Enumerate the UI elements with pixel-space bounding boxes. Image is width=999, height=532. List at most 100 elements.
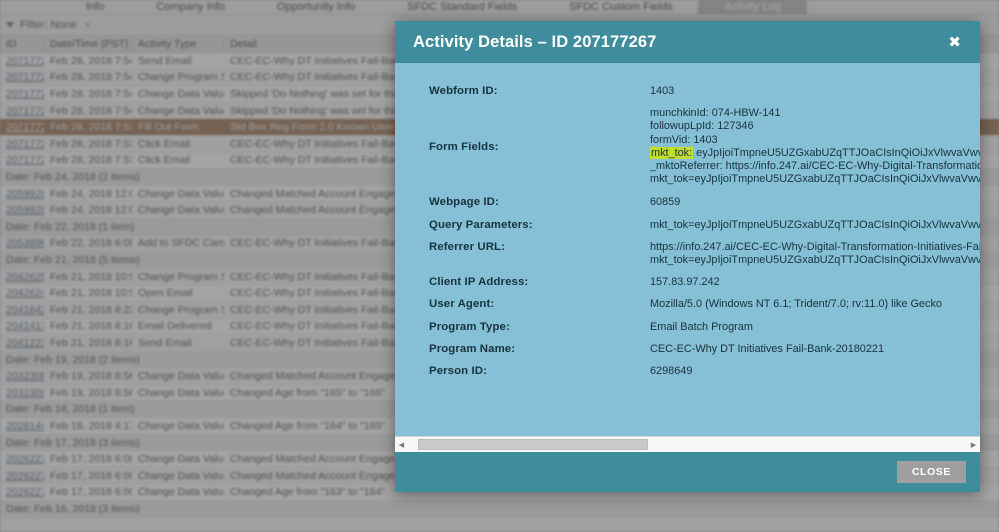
detail-field: Referrer URL: https://info.247.ai/CEC-EC-…	[395, 241, 980, 267]
detail-field: Form Fields: munchkinId: 074-HBW-141 follo…	[395, 107, 980, 186]
cell-datetime: Feb 21, 2018 8:16 ...	[50, 320, 132, 333]
detail-field: Program Name: CEC-EC-Why DT Initiatives F…	[395, 343, 980, 356]
cell-id[interactable]: 204122375	[0, 337, 44, 349]
cell-datetime: Feb 19, 2018 8:56 ...	[50, 370, 132, 383]
cell-datetime: Feb 24, 2018 12:02...	[50, 204, 132, 217]
highlighted-token: mkt_tok:	[650, 146, 694, 159]
field-value: Email Batch Program	[650, 321, 980, 334]
cell-id[interactable]: 207177266	[0, 154, 44, 166]
cell-datetime: Feb 28, 2018 7:54 ...	[50, 104, 132, 117]
cell-id[interactable]: 207177277	[0, 71, 44, 83]
cell-datetime: Feb 19, 2018 8:56 ...	[50, 386, 132, 399]
field-value-line: Mozilla/5.0 (Windows NT 6.1; Trident/7.0…	[650, 298, 942, 311]
cell-type: Change Data Value	[138, 469, 224, 482]
field-value: https://info.247.ai/CEC-EC-Why-Digital-T…	[650, 241, 980, 267]
cell-type: Fill Out Form	[138, 121, 199, 134]
activity-details-dialog: Activity Details – ID 207177267 ✖ Webfor…	[395, 21, 980, 492]
field-value-line: mkt_tok=eyJpIjoiTmpneU5UZGxabUZqTTJOaCIs…	[650, 254, 980, 267]
field-value: 1403	[650, 85, 980, 98]
cell-id[interactable]: 207177273	[0, 105, 44, 117]
cell-id[interactable]: 204164265	[0, 304, 44, 316]
tab-opportunity-info[interactable]: Opportunity Info	[251, 0, 381, 14]
field-value-line: munchkinId: 074-HBW-141	[650, 107, 781, 120]
field-value-line: mkt_tok: eyJpIjoiTmpneU5UZGxabUZqTTJOaCI…	[650, 146, 980, 159]
close-icon[interactable]: ✖	[945, 33, 964, 52]
field-value-line: Email Batch Program	[650, 320, 753, 333]
cell-id[interactable]: 204262504	[0, 271, 44, 283]
field-value-line: https://info.247.ai/CEC-EC-Why-Digital-T…	[650, 240, 980, 253]
field-label: Program Name:	[429, 342, 516, 355]
detail-field: Program Type: Email Batch Program	[395, 321, 980, 334]
cell-id[interactable]: 202622705	[0, 470, 44, 482]
tab-bar: Info Company Info Opportunity Info SFDC Sta…	[0, 0, 999, 15]
field-label: Client IP Address:	[429, 276, 529, 289]
scrollbar-thumb[interactable]	[418, 439, 648, 450]
cell-id[interactable]: 203230835	[0, 370, 44, 382]
close-button[interactable]: CLOSE	[896, 461, 966, 483]
tab-activity-log[interactable]: Activity Log	[698, 0, 807, 14]
field-value-line: formVid: 1403	[650, 133, 718, 146]
tab-sfdc-standard-fields[interactable]: SFDC Standard Fields	[381, 0, 543, 14]
horizontal-scrollbar[interactable]: ◀ ▶	[395, 436, 980, 452]
cell-type: Change Data Value	[138, 87, 224, 100]
column-header-1[interactable]: Date/Time (PST)	[44, 35, 132, 53]
scroll-right-arrow-icon[interactable]: ▶	[967, 438, 980, 451]
cell-type: Change Program Sta...	[138, 71, 224, 84]
field-value: mkt_tok=eyJpIjoiTmpneU5UZGxabUZqTTJOaCIs…	[650, 219, 980, 232]
cell-type: Change Data Value	[138, 453, 224, 466]
field-value: Mozilla/5.0 (Windows NT 6.1; Trident/7.0…	[650, 298, 980, 311]
field-value: 6298649	[650, 365, 980, 378]
cell-id[interactable]: 207177277	[0, 55, 44, 67]
field-value-line: 60859	[650, 196, 681, 209]
tab-info[interactable]: Info	[60, 0, 130, 14]
cell-id[interactable]: 202622705	[0, 453, 44, 465]
cell-id[interactable]: 204141795	[0, 320, 44, 332]
cell-datetime: Feb 17, 2018 6:00 ...	[50, 453, 132, 466]
field-value-line: _mktoReferrer: https://info.247.ai/CEC-E…	[650, 160, 980, 173]
cell-datetime: Feb 28, 2018 7:54 ...	[50, 87, 132, 100]
scroll-left-arrow-icon[interactable]: ◀	[395, 438, 408, 451]
cell-datetime: Feb 28, 2018 7:53 ...	[50, 154, 132, 167]
field-value: CEC-EC-Why DT Initiatives Fail-Bank-2018…	[650, 343, 980, 356]
cell-type: Change Data Value	[138, 370, 224, 383]
field-label: Webpage ID:	[429, 196, 499, 209]
tab-sfdc-custom-fields[interactable]: SFDC Custom Fields	[543, 0, 698, 14]
cell-datetime: Feb 17, 2018 6:00 ...	[50, 486, 132, 499]
cell-id[interactable]: 207177266	[0, 121, 44, 133]
cell-datetime: Feb 21, 2018 8:16 ...	[50, 336, 132, 349]
dialog-body: Webform ID: 1403 Form Fields: munchkinId: 0…	[395, 63, 980, 436]
field-value-line: followupLpId: 127346	[650, 120, 754, 133]
cell-type: Change Data Value	[138, 419, 224, 432]
tab-company-info[interactable]: Company Info	[130, 0, 250, 14]
field-value-line: CEC-EC-Why DT Initiatives Fail-Bank-2018…	[650, 342, 885, 355]
filter-icon	[6, 21, 15, 30]
field-label: User Agent:	[429, 298, 495, 311]
cell-id[interactable]: 202622705	[0, 486, 44, 498]
column-header-2[interactable]: Activity Type	[132, 35, 224, 53]
filter-clear-icon[interactable]: ×	[85, 20, 91, 31]
column-header-0[interactable]: ID	[0, 35, 44, 53]
field-label: Program Type:	[429, 320, 510, 333]
scrollbar-track[interactable]	[408, 438, 967, 451]
cell-id[interactable]: 207177266	[0, 138, 44, 150]
field-value-line: mkt_tok=eyJpIjoiTmpneU5UZGxabUZqTTJOaCIs…	[650, 218, 980, 231]
detail-field: Webpage ID: 60859	[395, 196, 980, 209]
cell-datetime: Feb 18, 2018 4:17 ...	[50, 419, 132, 432]
detail-field: Client IP Address: 157.83.97.242	[395, 276, 980, 289]
cell-id[interactable]: 204262495	[0, 287, 44, 299]
cell-datetime: Feb 21, 2018 10:55...	[50, 270, 132, 283]
cell-type: Click Email	[138, 137, 190, 150]
detail-field: Person ID: 6298649	[395, 365, 980, 378]
cell-id[interactable]: 203230835	[0, 387, 44, 399]
cell-type: Change Data Value	[138, 486, 224, 499]
cell-id[interactable]: 207177272	[0, 88, 44, 100]
field-value: 157.83.97.242	[650, 276, 980, 289]
cell-id[interactable]: 205992653	[0, 204, 44, 216]
cell-id[interactable]: 202814402	[0, 420, 44, 432]
cell-id[interactable]: 205389652	[0, 237, 44, 249]
cell-type: Click Email	[138, 154, 190, 167]
cell-id[interactable]: 205992653	[0, 188, 44, 200]
field-value: 60859	[650, 196, 980, 209]
group-header-row: Date: Feb 16, 2018 (3 items)	[0, 501, 999, 518]
field-label: Person ID:	[429, 365, 487, 378]
